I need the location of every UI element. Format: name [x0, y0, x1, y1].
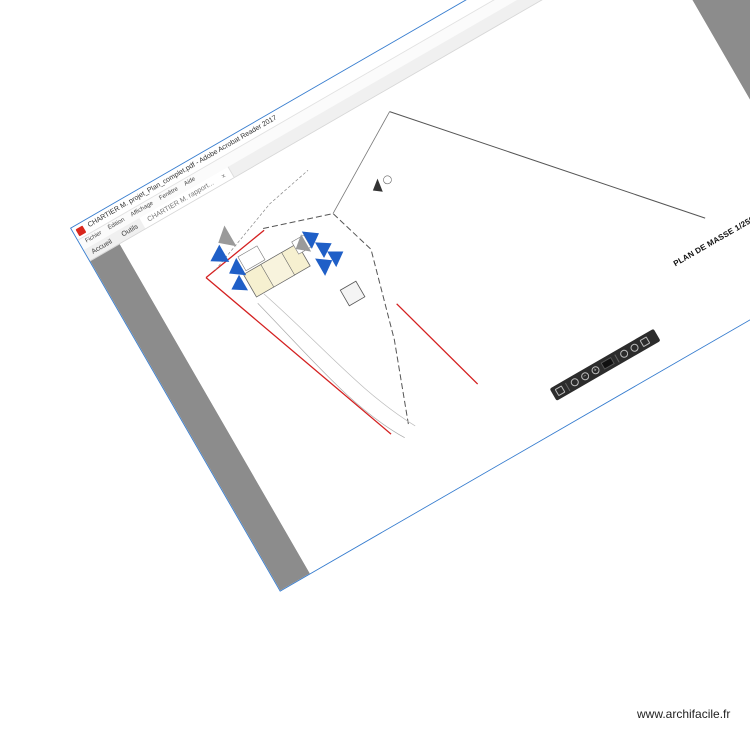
contour-line [263, 293, 416, 427]
watermark: www.archifacile.fr [637, 707, 731, 721]
rotate-icon[interactable] [629, 342, 640, 354]
acrobat-app-icon [75, 225, 87, 237]
blue-view-arrow [210, 244, 230, 262]
parcel-boundary-line [332, 111, 390, 214]
print-icon[interactable] [569, 376, 581, 388]
page-field[interactable] [600, 356, 615, 370]
contour-line [257, 302, 405, 439]
annex-building [339, 280, 366, 307]
pdf-page[interactable]: PLAN DE MASSE 1/250 − + [119, 0, 750, 574]
expand-icon[interactable] [639, 336, 651, 348]
north-arrow [372, 178, 383, 192]
tab-close-icon[interactable]: × [219, 170, 229, 182]
pdf-viewer-window: CHARTIER M. projet_Plan_complet.pdf - Ad… [70, 0, 750, 592]
blue-view-arrow [231, 274, 249, 291]
fit-icon[interactable] [618, 348, 630, 360]
toolbar-separator [564, 382, 571, 391]
site-plan-drawing [205, 111, 706, 439]
screenshot-stage: CHARTIER M. projet_Plan_complet.pdf - Ad… [0, 0, 750, 750]
zoom-out-icon[interactable]: − [579, 370, 591, 382]
save-icon[interactable] [554, 385, 566, 397]
property-line [396, 303, 479, 385]
document-area[interactable]: PLAN DE MASSE 1/250 − + [90, 0, 750, 591]
north-compass [383, 175, 392, 185]
toolbar-separator [614, 353, 620, 363]
zoom-in-icon[interactable]: + [590, 364, 602, 376]
dashed-boundary [263, 213, 409, 425]
